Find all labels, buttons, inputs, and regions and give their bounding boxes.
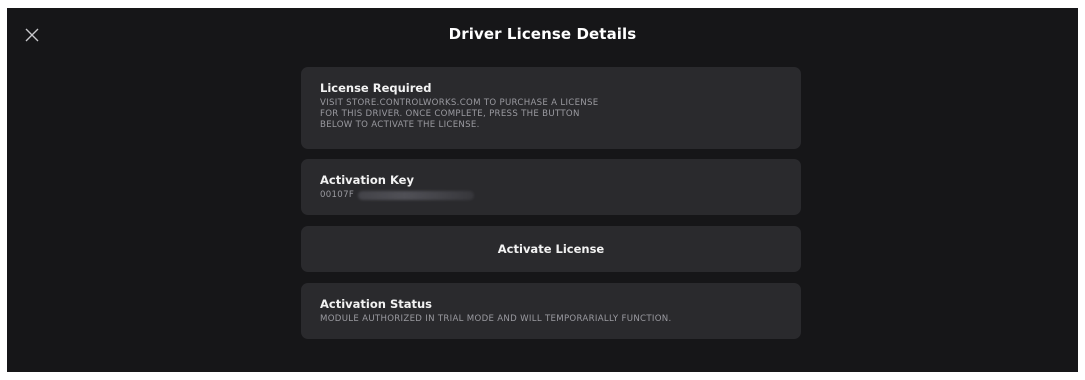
activation-key-card: Activation Key 00107F <box>301 159 801 215</box>
activation-key-heading: Activation Key <box>320 173 414 187</box>
activation-key-value: 00107F <box>320 190 355 200</box>
page-title: Driver License Details <box>448 25 637 43</box>
activation-status-card: Activation Status MODULE AUTHORIZED IN T… <box>301 283 801 339</box>
activation-status-text: MODULE AUTHORIZED IN TRIAL MODE AND WILL… <box>320 314 672 324</box>
license-required-card: License Required VISIT STORE.CONTROLWORK… <box>301 67 801 149</box>
activation-status-heading: Activation Status <box>320 297 433 311</box>
license-dialog: Driver License Details License Required … <box>7 8 1078 372</box>
license-required-heading: License Required <box>320 81 432 95</box>
activation-key-redacted <box>358 191 475 200</box>
license-required-text: VISIT STORE.CONTROLWORKS.COM TO PURCHASE… <box>320 98 599 130</box>
activate-license-button[interactable]: Activate License <box>301 226 801 272</box>
activation-key-row: 00107F <box>320 190 801 201</box>
activate-license-label: Activate License <box>497 242 605 256</box>
